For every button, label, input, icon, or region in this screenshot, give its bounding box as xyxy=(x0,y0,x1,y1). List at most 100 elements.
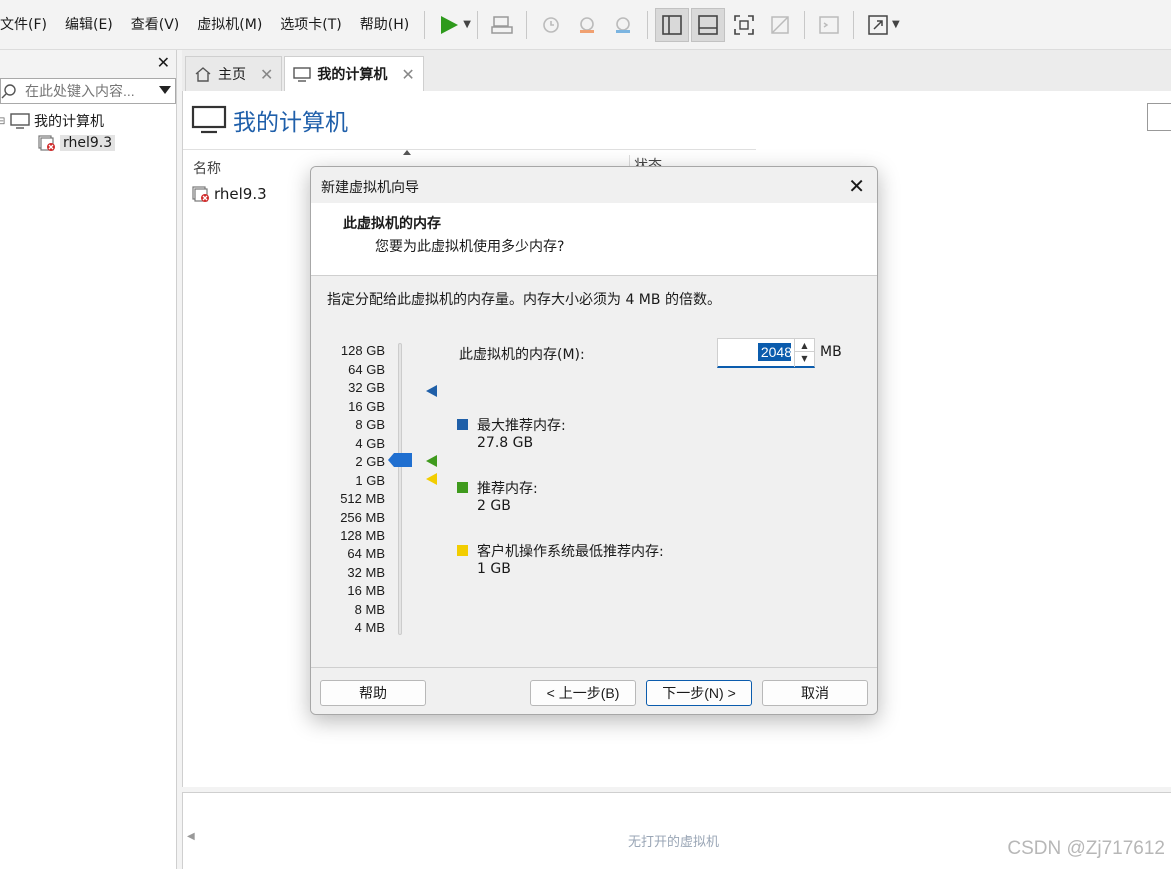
list-item[interactable]: rhel9.3 xyxy=(192,185,267,203)
recommended-marker xyxy=(426,455,437,467)
menu-file[interactable]: 文件(F) xyxy=(0,0,56,50)
computer-icon xyxy=(293,67,312,82)
show-thumbnail-button[interactable] xyxy=(690,7,725,42)
scale-label: 128 MB xyxy=(340,528,385,543)
scale-label: 4 MB xyxy=(354,620,385,635)
fullscreen-icon xyxy=(734,14,754,35)
chevron-down-icon[interactable] xyxy=(159,86,171,94)
sidebar-layout-icon xyxy=(662,14,682,35)
tree-item-my-computer[interactable]: ⊟ 我的计算机 xyxy=(0,110,176,132)
chevron-down-icon[interactable]: ▼ xyxy=(463,19,471,30)
search-input[interactable] xyxy=(25,83,165,99)
menu-vm[interactable]: 虚拟机(M) xyxy=(188,0,271,50)
unity-icon xyxy=(771,15,789,34)
tab-home[interactable]: 主页 ✕ xyxy=(185,56,283,91)
scale-label: 64 MB xyxy=(347,546,385,561)
scale-label: 2 GB xyxy=(355,454,385,469)
scale-label: 8 MB xyxy=(354,602,385,617)
show-library-button[interactable] xyxy=(654,7,689,42)
legend-swatch xyxy=(457,482,468,493)
toolbar-separator xyxy=(852,10,854,39)
tab-my-computer[interactable]: 我的计算机 ✕ xyxy=(284,56,424,91)
scale-label: 32 GB xyxy=(348,380,385,395)
vm-error-icon xyxy=(38,135,55,151)
sort-arrow-icon xyxy=(403,150,411,155)
full-screen-button[interactable] xyxy=(727,8,761,42)
help-button[interactable]: 帮助 xyxy=(320,680,426,706)
close-icon[interactable]: ✕ xyxy=(260,65,273,84)
tree-item-rhel[interactable]: rhel9.3 xyxy=(0,132,176,154)
scale-label: 256 MB xyxy=(340,510,385,525)
computer-icon xyxy=(10,113,30,129)
memory-spinbox[interactable]: ▲ ▼ xyxy=(717,338,815,368)
new-vm-wizard-dialog: 新建虚拟机向导 ✕ 此虚拟机的内存 您要为此虚拟机使用多少内存? 指定分配给此虚… xyxy=(310,166,878,715)
memory-unit: MB xyxy=(820,344,842,360)
chevron-down-icon[interactable]: ▼ xyxy=(892,19,900,30)
back-button[interactable]: < 上一步(B) xyxy=(530,680,636,706)
close-icon[interactable]: ✕ xyxy=(157,53,170,72)
library-header: ✕ xyxy=(0,50,176,78)
spin-up-icon[interactable]: ▲ xyxy=(795,339,814,352)
next-button[interactable]: 下一步(N) > xyxy=(646,680,752,706)
stretch-icon xyxy=(868,14,888,35)
tab-label: 我的计算机 xyxy=(317,67,388,83)
memory-slider-track[interactable] xyxy=(398,343,402,635)
page-title-text: 我的计算机 xyxy=(233,110,348,136)
play-icon xyxy=(441,15,459,34)
scale-label: 1 GB xyxy=(355,473,385,488)
dialog-description: 指定分配给此虚拟机的内存量。内存大小必须为 4 MB 的倍数。 xyxy=(327,292,721,308)
legend-label: 推荐内存: xyxy=(477,481,538,497)
menu-help[interactable]: 帮助(H) xyxy=(351,0,418,50)
chevron-left-icon[interactable]: ◀ xyxy=(187,831,195,842)
scale-label: 4 GB xyxy=(355,436,385,451)
search-icon xyxy=(1,84,16,99)
view-toggle-button[interactable] xyxy=(1147,103,1171,131)
scale-label: 16 GB xyxy=(348,399,385,414)
power-on-button[interactable] xyxy=(432,8,466,42)
keyboard-icon xyxy=(491,15,513,34)
menu-tabs[interactable]: 选项卡(T) xyxy=(271,0,350,50)
revert-icon xyxy=(579,16,594,33)
send-keys-button[interactable] xyxy=(485,8,519,42)
memory-stepper[interactable]: ▲ ▼ xyxy=(794,339,814,367)
scale-label: 512 MB xyxy=(340,491,385,506)
legend-swatch xyxy=(457,419,468,430)
scale-label: 64 GB xyxy=(348,362,385,377)
dialog-subheading: 您要为此虚拟机使用多少内存? xyxy=(375,239,565,255)
unity-button[interactable] xyxy=(763,8,797,42)
tree-item-label: rhel9.3 xyxy=(60,135,116,151)
toolbar-separator xyxy=(803,10,805,39)
dialog-title: 新建虚拟机向导 xyxy=(321,180,419,196)
column-header-name[interactable]: 名称 xyxy=(193,158,221,178)
menu-edit[interactable]: 编辑(E) xyxy=(56,0,122,50)
max-recommended-marker xyxy=(426,385,437,397)
vm-tree: ⊟ 我的计算机 rhel9.3 xyxy=(0,104,176,154)
snapshot-button[interactable] xyxy=(534,8,568,42)
close-icon[interactable]: ✕ xyxy=(401,65,414,84)
close-icon[interactable]: ✕ xyxy=(848,174,865,198)
memory-slider-thumb[interactable] xyxy=(388,453,412,467)
manage-snapshots-button[interactable] xyxy=(606,8,640,42)
collapse-icon[interactable]: ⊟ xyxy=(0,116,7,127)
menu-view[interactable]: 查看(V) xyxy=(122,0,189,50)
terminal-icon xyxy=(819,15,839,34)
dialog-footer: 帮助 < 上一步(B) 下一步(N) > 取消 xyxy=(311,667,877,714)
memory-input[interactable] xyxy=(718,339,794,365)
toolbar-separator xyxy=(476,10,478,39)
library-panel: ✕ ⊟ 我的计算机 rhel9.3 xyxy=(0,50,177,869)
dialog-header: 此虚拟机的内存 您要为此虚拟机使用多少内存? xyxy=(311,203,877,276)
legend-label: 客户机操作系统最低推荐内存: xyxy=(477,544,664,560)
library-search[interactable] xyxy=(0,78,176,104)
thumbnail-bar: ◀ 无打开的虚拟机 CSDN @Zj717612 xyxy=(182,792,1171,869)
stretch-button[interactable] xyxy=(861,8,895,42)
list-item-label: rhel9.3 xyxy=(214,185,267,203)
dialog-titlebar: 新建虚拟机向导 ✕ xyxy=(311,167,877,203)
home-icon xyxy=(195,67,211,82)
spin-down-icon[interactable]: ▼ xyxy=(795,352,814,365)
watermark: CSDN @Zj717612 xyxy=(1007,838,1165,859)
scale-label: 32 MB xyxy=(347,565,385,580)
console-button[interactable] xyxy=(812,8,846,42)
menubar: 文件(F) 编辑(E) 查看(V) 虚拟机(M) 选项卡(T) 帮助(H) ▼ … xyxy=(0,0,1171,50)
cancel-button[interactable]: 取消 xyxy=(762,680,868,706)
revert-snapshot-button[interactable] xyxy=(570,8,604,42)
